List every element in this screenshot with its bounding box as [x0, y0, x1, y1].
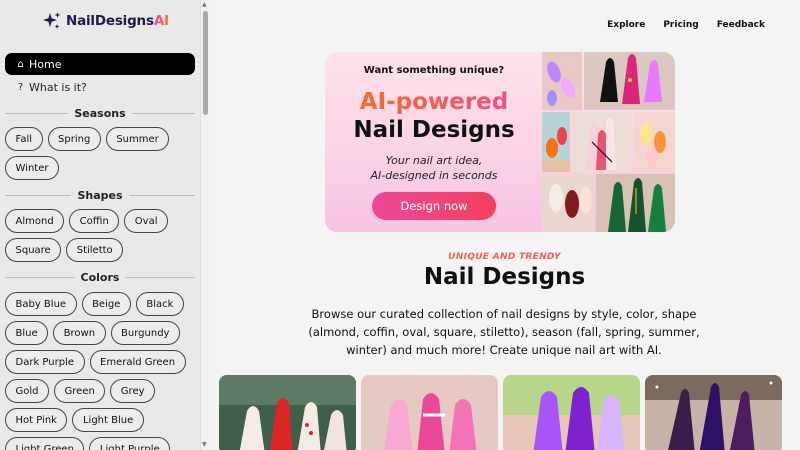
- seasons-heading: Seasons: [5, 106, 196, 120]
- season-chip[interactable]: Fall: [5, 127, 43, 151]
- logo-text: NailDesignsAI: [66, 13, 169, 29]
- color-chip[interactable]: Light Green: [5, 437, 85, 450]
- hero-image-collage: [542, 52, 675, 232]
- main-content: Explore Pricing Feedback Want something …: [209, 0, 800, 450]
- color-chip[interactable]: Green: [54, 379, 106, 403]
- shape-chip[interactable]: Square: [5, 238, 62, 262]
- nail-image: [584, 52, 675, 110]
- nail-image: [542, 174, 594, 232]
- sidebar: NailDesignsAI ⌂ Home ? What is it? Seaso…: [0, 0, 200, 450]
- color-chip[interactable]: Black: [135, 292, 184, 316]
- shapes-chips: Almond Coffin Oval Square Stiletto: [5, 209, 197, 262]
- color-chip[interactable]: Emerald Green: [89, 350, 186, 374]
- nav-what-label: What is it?: [29, 80, 87, 94]
- design-card-image[interactable]: [219, 375, 356, 450]
- sidebar-scrollbar[interactable]: ▲ ▼: [200, 0, 209, 450]
- hero-banner[interactable]: Want something unique? AI-powered Nail D…: [325, 52, 675, 232]
- seasons-chips: Fall Spring Summer Winter: [5, 127, 197, 180]
- design-card-image[interactable]: [645, 375, 782, 450]
- top-nav: Explore Pricing Feedback: [607, 20, 765, 30]
- color-chip[interactable]: Beige: [81, 292, 131, 316]
- colors-heading: Colors: [5, 270, 195, 284]
- color-chip[interactable]: Light Blue: [72, 408, 144, 432]
- scroll-down-icon[interactable]: ▼: [202, 441, 207, 448]
- color-chip[interactable]: Dark Purple: [5, 350, 85, 374]
- season-chip[interactable]: Spring: [47, 127, 101, 151]
- shape-chip[interactable]: Stiletto: [66, 238, 124, 262]
- home-icon: ⌂: [17, 58, 24, 70]
- hero-question: Want something unique?: [363, 65, 505, 76]
- nav-what-is-it[interactable]: ? What is it?: [5, 78, 195, 96]
- color-chip[interactable]: Hot Pink: [5, 408, 68, 432]
- nav-home[interactable]: ⌂ Home: [5, 53, 195, 75]
- eyebrow-text: UNIQUE AND TRENDY: [209, 252, 800, 262]
- nail-image: [596, 174, 675, 232]
- design-card-image[interactable]: [361, 375, 498, 450]
- nail-image: [542, 52, 582, 110]
- scroll-thumb[interactable]: [203, 11, 208, 115]
- design-gallery: [219, 375, 791, 450]
- colors-chips: Baby Blue Beige Black Blue Brown Burgundy Dark…: [5, 292, 197, 450]
- nav-explore[interactable]: Explore: [607, 20, 645, 30]
- page-description: Browse our curated collection of nail de…: [308, 307, 700, 357]
- sparkle-icon: [43, 12, 61, 29]
- shapes-heading: Shapes: [5, 188, 195, 202]
- shape-chip[interactable]: Oval: [124, 209, 168, 233]
- hero-tagline: Your nail art idea, AI-designed in secon…: [370, 154, 498, 182]
- logo[interactable]: NailDesignsAI: [42, 10, 169, 32]
- nav-feedback[interactable]: Feedback: [717, 20, 765, 30]
- design-now-button[interactable]: Design now: [372, 192, 496, 220]
- nail-image: [572, 112, 632, 172]
- shape-chip[interactable]: Coffin: [69, 209, 120, 233]
- color-chip[interactable]: Blue: [5, 321, 49, 345]
- nail-image: [634, 112, 675, 172]
- season-chip[interactable]: Summer: [105, 127, 170, 151]
- question-circle-icon: ?: [17, 81, 24, 93]
- shape-chip[interactable]: Almond: [5, 209, 65, 233]
- nav-pricing[interactable]: Pricing: [663, 20, 698, 30]
- design-card-image[interactable]: [503, 375, 640, 450]
- color-chip[interactable]: Brown: [53, 321, 106, 345]
- color-chip[interactable]: Gold: [5, 379, 49, 403]
- color-chip[interactable]: Grey: [110, 379, 156, 403]
- nav-home-label: Home: [29, 57, 62, 71]
- color-chip[interactable]: Baby Blue: [5, 292, 77, 316]
- season-chip[interactable]: Winter: [5, 156, 59, 180]
- page-title: Nail Designs: [423, 264, 586, 290]
- color-chip[interactable]: Light Purple: [89, 437, 171, 450]
- hero-nail-designs: Nail Designs: [353, 117, 515, 143]
- nail-image: [542, 112, 570, 172]
- hero-ai-powered: AI-powered: [325, 89, 543, 115]
- color-chip[interactable]: Burgundy: [110, 321, 180, 345]
- scroll-up-icon[interactable]: ▲: [202, 1, 207, 8]
